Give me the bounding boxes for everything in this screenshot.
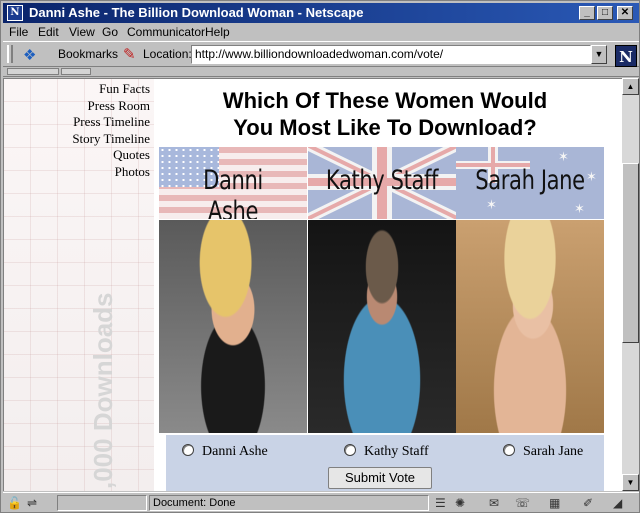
- submit-vote-button[interactable]: Submit Vote: [328, 467, 432, 489]
- scroll-up-button[interactable]: ▲: [622, 78, 639, 95]
- candidate-banner-sarah: ✶ ✶ ✶ ✶ Sarah Jane: [456, 147, 604, 219]
- nav-link-press-room[interactable]: Press Room: [72, 98, 150, 115]
- scroll-down-button[interactable]: ▼: [622, 474, 639, 491]
- status-text: Document: Done: [153, 497, 236, 509]
- menu-file[interactable]: File: [9, 25, 28, 39]
- url-dropdown-button[interactable]: ▼: [591, 45, 607, 64]
- candidate-photo-sarah[interactable]: [456, 220, 604, 433]
- radio-kathy[interactable]: [344, 444, 356, 456]
- vote-option-sarah[interactable]: Sarah Jane: [503, 444, 583, 460]
- candidate-name-danni: Danni Ashe: [203, 165, 263, 219]
- location-toolbar: ❖ Bookmarks ✎ Location: http://www.billi…: [3, 41, 639, 67]
- candidate-banner-kathy: Kathy Staff: [308, 147, 456, 219]
- location-label: Location:: [143, 47, 192, 61]
- vote-option-danni[interactable]: Danni Ashe: [182, 444, 268, 460]
- resize-grip-icon[interactable]: ◢: [613, 496, 622, 510]
- security-lock-icon[interactable]: 🔓: [7, 496, 22, 510]
- nav-link-fun-facts[interactable]: Fun Facts: [72, 81, 150, 98]
- candidate-name-kathy: Kathy Staff: [325, 165, 439, 196]
- menu-help[interactable]: Help: [205, 25, 230, 39]
- maximize-button[interactable]: □: [597, 6, 613, 20]
- nav-link-press-timeline[interactable]: Press Timeline: [72, 114, 150, 131]
- candidate-banner-danni: Danni Ashe: [159, 147, 307, 219]
- menu-communicator[interactable]: Communicator: [127, 25, 205, 39]
- discussion-icon[interactable]: ☏: [515, 496, 530, 510]
- url-field[interactable]: http://www.billiondownloadedwoman.com/vo…: [191, 45, 591, 64]
- location-icon: ✎: [123, 46, 136, 63]
- toolbar-tab-2[interactable]: [61, 68, 91, 75]
- window-title: Danni Ashe - The Billion Download Woman …: [29, 5, 364, 20]
- toolbar-tab-1[interactable]: [7, 68, 59, 75]
- nav-link-quotes[interactable]: Quotes: [72, 147, 150, 164]
- watermark-text: ,000 Downloads: [88, 292, 118, 490]
- address-book-icon[interactable]: ▦: [549, 496, 560, 510]
- vote-option-label: Sarah Jane: [523, 444, 584, 459]
- menu-go[interactable]: Go: [102, 25, 118, 39]
- candidate-photo-danni[interactable]: [159, 220, 307, 433]
- collapsed-toolbar-tabs: [3, 67, 639, 77]
- title-bar[interactable]: N Danni Ashe - The Billion Download Woma…: [3, 3, 639, 23]
- nav-link-photos[interactable]: Photos: [72, 164, 150, 181]
- scroll-thumb[interactable]: [622, 163, 639, 343]
- menu-view[interactable]: View: [69, 25, 95, 39]
- vote-option-kathy[interactable]: Kathy Staff: [344, 444, 429, 460]
- vote-option-label: Kathy Staff: [364, 444, 429, 459]
- navigator-icon[interactable]: ✺: [455, 496, 465, 510]
- minimize-button[interactable]: _: [579, 6, 595, 20]
- status-bar: 🔓 ⇌ Document: Done ☰ ✺ ✉ ☏ ▦ ✐ ◢: [3, 492, 639, 512]
- nav-link-story-timeline[interactable]: Story Timeline: [72, 131, 150, 148]
- netscape-app-icon: N: [7, 5, 23, 21]
- menu-bar: File Edit View Go Communicator Help: [3, 23, 639, 41]
- page-headline: Which Of These Women Would You Most Like…: [166, 87, 604, 141]
- toolbar-grip[interactable]: [7, 45, 13, 63]
- radio-sarah[interactable]: [503, 444, 515, 456]
- browser-window: N Danni Ashe - The Billion Download Woma…: [0, 0, 640, 513]
- connection-icon: ⇌: [27, 496, 38, 510]
- vote-form: Danni Ashe Kathy Staff Sarah Jane Submit…: [166, 435, 604, 491]
- netscape-logo[interactable]: N: [615, 45, 637, 67]
- bookmarks-icon[interactable]: ❖: [23, 46, 36, 64]
- star-icon: ✶: [558, 149, 569, 164]
- menu-edit[interactable]: Edit: [38, 25, 59, 39]
- mail-icon[interactable]: ✉: [489, 496, 499, 510]
- grip-icon: ☰: [435, 496, 446, 510]
- composer-icon[interactable]: ✐: [583, 496, 593, 510]
- vote-option-label: Danni Ashe: [202, 444, 268, 459]
- page-viewport: ,000 Downloads Fun Facts Press Room Pres…: [3, 78, 622, 491]
- vertical-scrollbar[interactable]: ▲ ▼: [622, 78, 639, 491]
- star-icon: ✶: [574, 201, 585, 216]
- candidate-photo-kathy[interactable]: [308, 220, 456, 433]
- close-button[interactable]: ✕: [617, 6, 633, 20]
- bookmarks-button[interactable]: Bookmarks: [58, 47, 118, 61]
- headline-line-2: You Most Like To Download?: [233, 115, 537, 140]
- headline-line-1: Which Of These Women Would: [222, 88, 548, 113]
- star-icon: ✶: [486, 197, 497, 212]
- radio-danni[interactable]: [182, 444, 194, 456]
- candidate-name-sarah: Sarah Jane: [475, 165, 585, 196]
- sidebar-nav: Fun Facts Press Room Press Timeline Stor…: [72, 81, 150, 180]
- progress-cell: [57, 495, 147, 511]
